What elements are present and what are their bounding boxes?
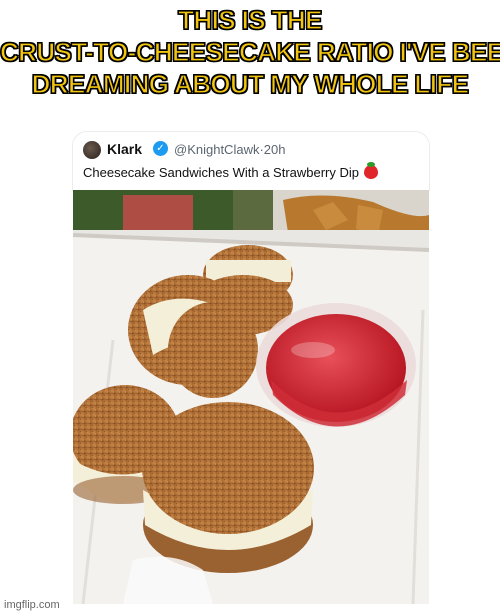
tweet-header: Klark ✓ @KnightClawk·20h Cheesecake Sand… [73, 132, 429, 190]
author-handle-time: @KnightClawk·20h [174, 142, 286, 157]
tweet-time: 20h [263, 142, 286, 157]
imgflip-watermark: imgflip.com [4, 599, 60, 611]
tweet-text: Cheesecake Sandwiches With a Strawberry … [83, 162, 379, 180]
caption-line-2: CRUST-TO-CHEESECAKE RATIO I'VE BEEN [0, 36, 500, 67]
avatar[interactable] [83, 141, 101, 159]
strawberry-icon [364, 162, 379, 179]
sandwich-front [142, 402, 314, 573]
caption-line-3: DREAMING ABOUT MY WHOLE LIFE [31, 68, 470, 99]
food-photo [73, 190, 429, 604]
caption-line-1: THIS IS THE [178, 4, 323, 35]
cheesecake-sandwiches-image [73, 190, 429, 604]
author-name[interactable]: Klark [107, 141, 142, 157]
tweet-body: Cheesecake Sandwiches With a Strawberry … [83, 165, 360, 180]
strawberry-dip-cup [256, 303, 416, 427]
author-handle[interactable]: @KnightClawk [174, 142, 259, 157]
meme-caption: THIS IS THE CRUST-TO-CHEESECAKE RATIO I'… [0, 4, 500, 100]
verified-badge-icon: ✓ [153, 141, 168, 156]
